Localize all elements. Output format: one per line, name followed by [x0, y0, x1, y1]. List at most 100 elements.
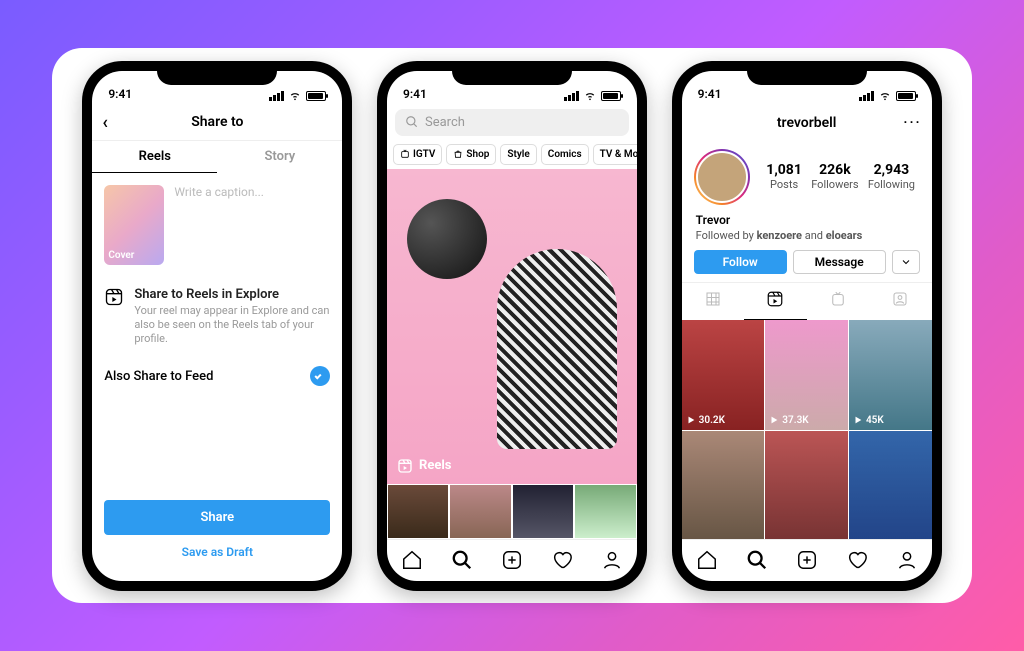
igtv-icon — [829, 290, 847, 308]
suggestions-button[interactable] — [892, 250, 920, 274]
phone-notch — [747, 61, 867, 85]
wifi-icon — [878, 91, 892, 101]
bottom-nav — [682, 539, 932, 581]
tab-igtv[interactable] — [807, 283, 870, 320]
battery-icon — [601, 91, 621, 101]
search-input[interactable]: Search — [395, 109, 629, 136]
grid-cell[interactable] — [449, 484, 512, 539]
reel-cell[interactable]: 37.3K — [765, 320, 848, 430]
wifi-icon — [583, 91, 597, 101]
message-button[interactable]: Message — [793, 250, 886, 274]
profile-name: Trevor — [682, 213, 932, 227]
phone-share: 9:41 ‹ Share to Reels Story Cover Write … — [82, 61, 352, 591]
reel-cell[interactable] — [682, 431, 765, 539]
follow-button[interactable]: Follow — [694, 250, 787, 274]
add-icon[interactable] — [501, 549, 523, 571]
tab-grid[interactable] — [682, 283, 745, 320]
check-icon — [310, 366, 330, 386]
signal-icon — [269, 91, 284, 101]
reels-grid: 30.2K 37.3K 45K — [682, 320, 932, 539]
search-icon[interactable] — [451, 549, 473, 571]
header-share: ‹ Share to — [92, 105, 342, 141]
showcase-panel: 9:41 ‹ Share to Reels Story Cover Write … — [52, 48, 972, 603]
play-icon — [853, 415, 863, 425]
tab-reels[interactable] — [744, 283, 807, 320]
heart-icon[interactable] — [551, 549, 573, 571]
back-icon[interactable]: ‹ — [102, 112, 108, 133]
avatar[interactable] — [694, 149, 750, 205]
profile-icon[interactable] — [896, 549, 918, 571]
search-icon[interactable] — [746, 549, 768, 571]
tagged-icon — [891, 290, 909, 308]
grid-cell[interactable] — [512, 484, 575, 539]
profile-username: trevorbell — [777, 115, 837, 131]
stat-posts[interactable]: 1,081Posts — [766, 162, 802, 191]
battery-icon — [306, 91, 326, 101]
battery-icon — [896, 91, 916, 101]
share-explore-title: Share to Reels in Explore — [134, 287, 330, 302]
header-title: Share to — [191, 114, 243, 130]
hero-ball — [407, 199, 487, 279]
chip-comics[interactable]: Comics — [541, 144, 589, 165]
reels-badge: Reels — [397, 458, 452, 474]
more-icon[interactable]: ··· — [903, 115, 921, 131]
explore-chips: IGTV Shop Style Comics TV & Movie — [387, 140, 637, 169]
profile-icon[interactable] — [601, 549, 623, 571]
explore-grid — [387, 484, 637, 539]
reel-cell[interactable] — [765, 431, 848, 539]
search-placeholder: Search — [425, 115, 465, 130]
phone-notch — [452, 61, 572, 85]
also-feed-label: Also Share to Feed — [104, 369, 213, 384]
stat-followers[interactable]: 226kFollowers — [811, 162, 858, 191]
profile-header: trevorbell ··· — [682, 105, 932, 141]
phone-explore: 9:41 Search IGTV Shop Style Comics TV & … — [377, 61, 647, 591]
play-icon — [769, 415, 779, 425]
stat-following[interactable]: 2,943Following — [868, 162, 915, 191]
cover-thumb[interactable]: Cover — [104, 185, 164, 265]
chip-igtv[interactable]: IGTV — [393, 144, 442, 165]
status-time: 9:41 — [403, 87, 427, 101]
bottom-nav — [387, 539, 637, 581]
status-time: 9:41 — [698, 87, 722, 101]
cover-label: Cover — [108, 250, 134, 261]
phone-profile: 9:41 trevorbell ··· 1,081Posts 226kFollo… — [672, 61, 942, 591]
reel-cell[interactable]: 45K — [849, 320, 932, 430]
share-tabs: Reels Story — [92, 141, 342, 173]
profile-tabs — [682, 282, 932, 320]
followed-by: Followed by kenzoere and eloears — [682, 227, 932, 250]
signal-icon — [859, 91, 874, 101]
tab-story[interactable]: Story — [217, 141, 342, 173]
reels-icon — [397, 458, 413, 474]
share-button[interactable]: Share — [104, 500, 330, 535]
chevron-down-icon — [900, 256, 912, 268]
chip-style[interactable]: Style — [500, 144, 536, 165]
wifi-icon — [288, 91, 302, 101]
chip-tv[interactable]: TV & Movie — [593, 144, 637, 165]
tab-tagged[interactable] — [869, 283, 932, 320]
caption-input[interactable]: Write a caption... — [174, 185, 264, 265]
tab-reels[interactable]: Reels — [92, 141, 217, 173]
share-explore-desc: Your reel may appear in Explore and can … — [134, 304, 330, 347]
grid-cell[interactable] — [387, 484, 450, 539]
signal-icon — [564, 91, 579, 101]
reel-cell[interactable] — [849, 431, 932, 539]
grid-icon — [704, 290, 722, 308]
search-icon — [405, 115, 419, 129]
home-icon[interactable] — [696, 549, 718, 571]
hero-person — [497, 249, 617, 449]
home-icon[interactable] — [401, 549, 423, 571]
save-draft-button[interactable]: Save as Draft — [104, 535, 330, 569]
add-icon[interactable] — [796, 549, 818, 571]
igtv-icon — [400, 149, 410, 159]
phone-notch — [157, 61, 277, 85]
explore-hero[interactable]: Reels — [387, 169, 637, 484]
reels-icon — [766, 290, 784, 308]
shop-icon — [453, 149, 463, 159]
play-icon — [686, 415, 696, 425]
reels-explore-icon — [104, 287, 124, 311]
chip-shop[interactable]: Shop — [446, 144, 496, 165]
also-share-feed[interactable]: Also Share to Feed — [92, 356, 342, 396]
grid-cell[interactable] — [574, 484, 637, 539]
reel-cell[interactable]: 30.2K — [682, 320, 765, 430]
heart-icon[interactable] — [846, 549, 868, 571]
